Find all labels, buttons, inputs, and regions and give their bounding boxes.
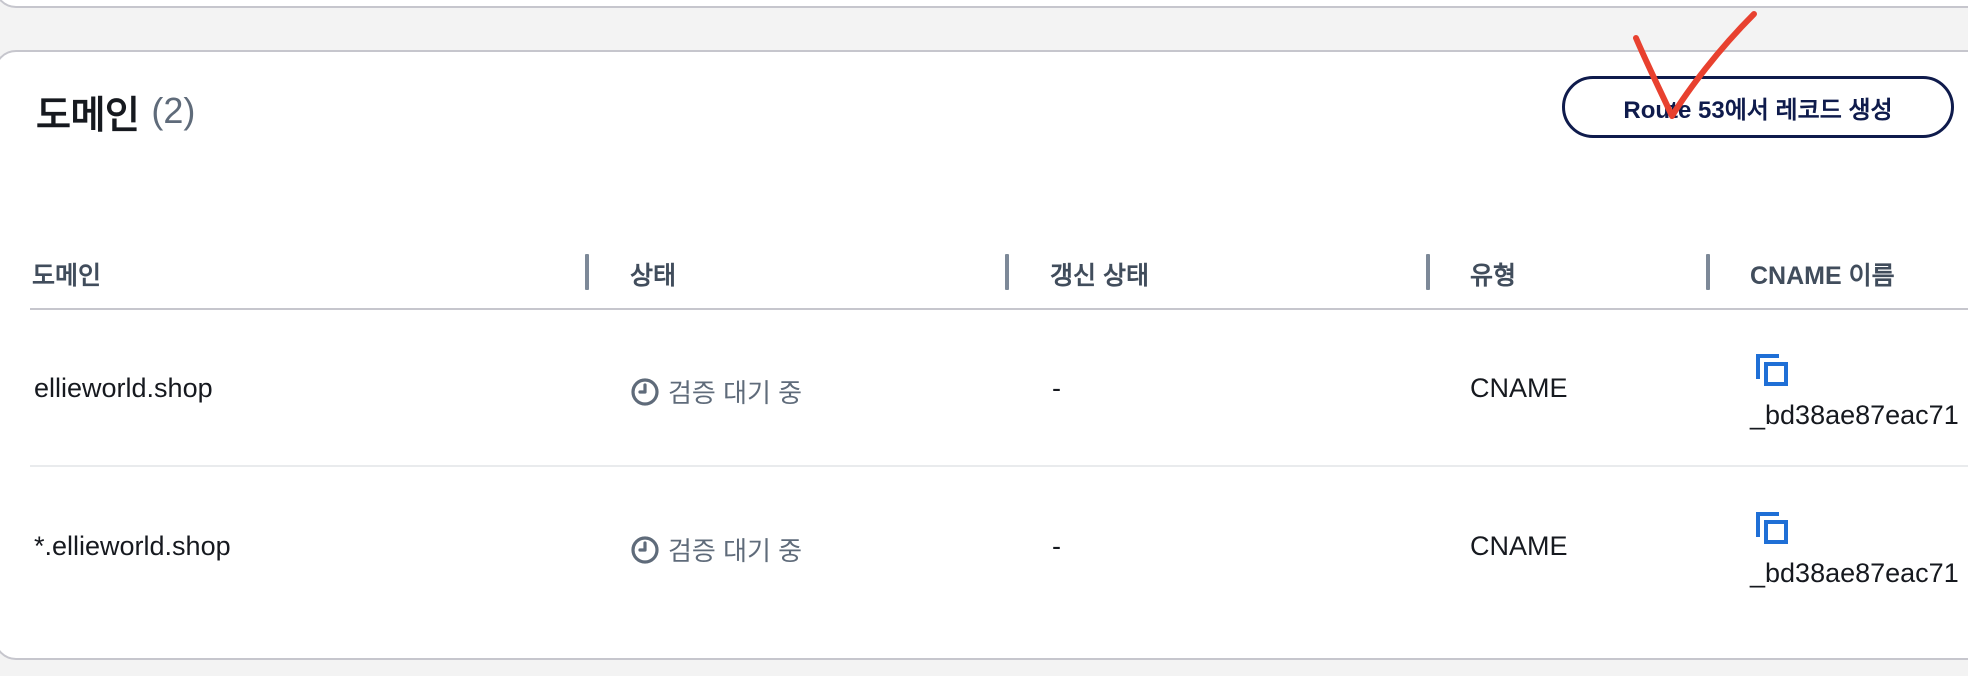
status-label: 검증 대기 중 xyxy=(668,378,803,408)
domain-name: *.ellieworld.shop xyxy=(34,531,231,561)
cname-name-value: _bd38ae87eac71 xyxy=(1750,558,1959,588)
validation-status: 검증 대기 중 xyxy=(630,373,802,410)
status-label: 검증 대기 중 xyxy=(668,536,803,566)
column-resize-handle[interactable] xyxy=(1005,254,1009,290)
column-resize-handle[interactable] xyxy=(1706,254,1710,290)
clock-icon xyxy=(631,535,659,564)
create-route53-records-button[interactable]: Route 53에서 레코드 생성 xyxy=(1562,76,1954,138)
record-type-value: CNAME xyxy=(1470,373,1568,403)
copy-icon[interactable] xyxy=(1754,352,1790,388)
column-header-domain[interactable]: 도메인 xyxy=(32,256,101,292)
table-header: 도메인 상태 갱신 상태 유형 CNAME 이름 xyxy=(30,248,1968,310)
validation-status: 검증 대기 중 xyxy=(630,531,802,568)
column-header-cname-name[interactable]: CNAME 이름 xyxy=(1750,256,1895,292)
copy-icon[interactable] xyxy=(1754,510,1790,546)
clock-icon xyxy=(631,377,659,406)
column-resize-handle[interactable] xyxy=(1426,254,1430,290)
card-header: 도메인 (2) xyxy=(36,86,196,137)
table-row: ellieworld.shop 검증 대기 중 - CNAME _bd38ae8… xyxy=(30,310,1968,467)
previous-section-card xyxy=(0,0,1968,8)
column-header-renewal-status[interactable]: 갱신 상태 xyxy=(1050,256,1149,292)
renewal-status-value: - xyxy=(1052,531,1061,561)
cname-name-value: _bd38ae87eac71 xyxy=(1750,400,1959,430)
column-header-type[interactable]: 유형 xyxy=(1470,256,1516,292)
domain-name: ellieworld.shop xyxy=(34,373,213,403)
domain-count: (2) xyxy=(151,90,196,131)
column-header-status[interactable]: 상태 xyxy=(630,256,676,292)
renewal-status-value: - xyxy=(1052,373,1061,403)
table-row: *.ellieworld.shop 검증 대기 중 - CNAME _bd38a… xyxy=(30,470,1968,625)
card-title: 도메인 xyxy=(36,94,140,137)
record-type-value: CNAME xyxy=(1470,531,1568,561)
column-resize-handle[interactable] xyxy=(585,254,589,290)
